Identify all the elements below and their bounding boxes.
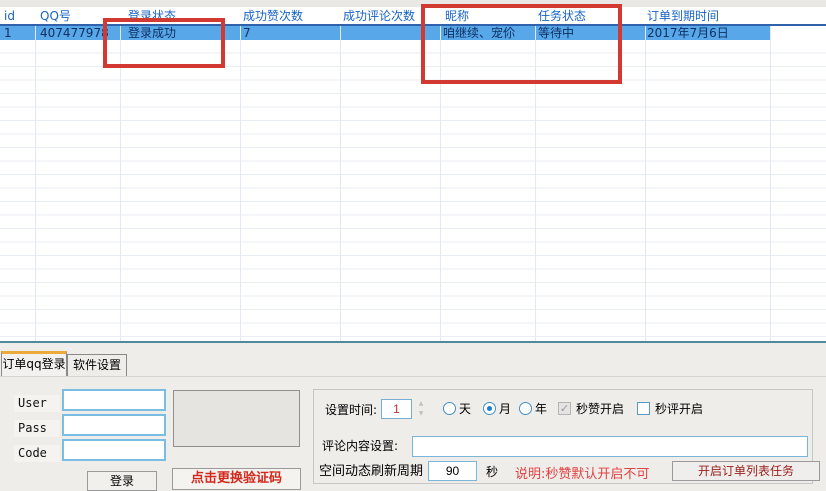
instant-like-checkbox[interactable]: ✓ — [558, 402, 571, 415]
login-button[interactable]: 登录 — [87, 471, 157, 491]
radio-month[interactable] — [483, 402, 496, 415]
grid-vline — [120, 26, 121, 341]
note-text: 说明:秒赞默认开启不可 — [515, 463, 649, 482]
grid-vline — [645, 26, 646, 341]
grid-vline — [340, 26, 341, 341]
tab-software-settings[interactable]: 软件设置 — [67, 354, 127, 376]
col-header-qq[interactable]: QQ号 — [40, 8, 71, 24]
table-top-strip — [0, 0, 826, 7]
col-header-comment-count[interactable]: 成功评论次数 — [343, 8, 415, 24]
refresh-period-input[interactable] — [428, 461, 477, 481]
code-input[interactable] — [62, 439, 166, 461]
annotation-rect-nickname-task — [421, 4, 622, 84]
start-order-tasks-button[interactable]: 开启订单列表任务 — [672, 461, 820, 481]
radio-year-label[interactable]: 年 — [535, 402, 547, 417]
radio-day[interactable] — [443, 402, 456, 415]
user-label: User — [14, 395, 60, 412]
time-value-spinner[interactable] — [381, 399, 412, 419]
col-header-id[interactable]: id — [4, 8, 15, 24]
cell-qq[interactable]: 407477978 — [40, 26, 109, 40]
pass-label: Pass — [14, 420, 60, 437]
col-header-expire-date[interactable]: 订单到期时间 — [647, 8, 719, 24]
cell-id[interactable]: 1 — [4, 26, 12, 40]
spinner-up-icon[interactable]: ▲ — [415, 399, 427, 408]
code-label: Code — [14, 445, 60, 462]
order-table: id QQ号 登录状态 成功赞次数 成功评论次数 昵称 任务状态 订单到期时间 … — [0, 0, 826, 343]
instant-comment-checkbox[interactable] — [637, 402, 650, 415]
radio-year[interactable] — [519, 402, 532, 415]
tab-content-divider — [0, 376, 826, 377]
instant-comment-label[interactable]: 秒评开启 — [655, 402, 703, 417]
radio-month-label[interactable]: 月 — [499, 402, 511, 417]
refresh-captcha-button[interactable]: 点击更换验证码 — [172, 468, 301, 490]
annotation-rect-login-status — [103, 18, 225, 68]
cell-expire-date[interactable]: 2017年7月6日 — [647, 26, 729, 40]
user-input[interactable] — [62, 389, 166, 411]
comment-content-input[interactable] — [412, 436, 808, 457]
instant-like-label[interactable]: 秒赞开启 — [576, 402, 624, 417]
refresh-unit-label: 秒 — [486, 465, 498, 480]
radio-day-label[interactable]: 天 — [459, 402, 471, 417]
grid-vline — [770, 26, 771, 341]
tab-order-qq-login[interactable]: 订单qq登录 — [1, 351, 67, 376]
comment-content-label: 评论内容设置: — [322, 439, 398, 454]
time-setting-label: 设置时间: — [325, 403, 377, 418]
col-header-like-count[interactable]: 成功赞次数 — [243, 8, 303, 24]
bottom-panel: 订单qq登录 软件设置 User Pass Code 登录 点击更换验证码 设置… — [0, 343, 826, 479]
grid-vline — [240, 26, 241, 341]
refresh-period-label: 空间动态刷新周期 — [319, 464, 423, 479]
table-grid — [0, 40, 826, 341]
captcha-image[interactable] — [173, 390, 300, 447]
grid-vline — [35, 26, 36, 341]
cell-like-count[interactable]: 7 — [243, 26, 251, 40]
pass-input[interactable] — [62, 414, 166, 436]
spinner-down-icon[interactable]: ▼ — [415, 409, 427, 418]
